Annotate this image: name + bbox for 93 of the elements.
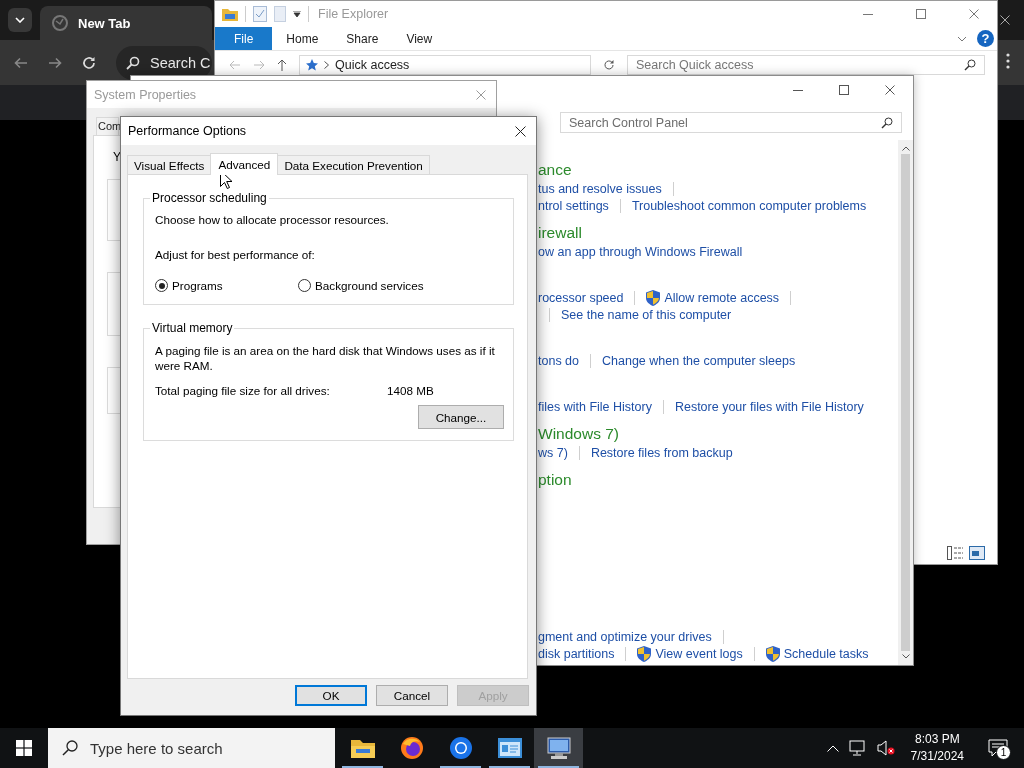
dialog-tab[interactable]: Advanced — [210, 153, 279, 175]
maximize-icon[interactable] — [839, 85, 849, 95]
notification-badge: 1 — [996, 745, 1011, 760]
link[interactable]: disk partitions — [538, 646, 615, 661]
flame-globe-icon[interactable] — [399, 736, 424, 760]
browser-tab[interactable]: New Tab — [40, 6, 212, 40]
ribbon-tab[interactable]: View — [392, 27, 447, 50]
network-icon[interactable] — [848, 740, 867, 756]
description-text: A paging file is an area on the hard disk that Windows uses as if it were RAM. — [155, 343, 496, 373]
group-title: Processor scheduling — [151, 191, 268, 205]
details-view-icon[interactable] — [947, 546, 963, 560]
category-heading[interactable]: ance — [538, 160, 572, 180]
forward-icon[interactable] — [48, 56, 62, 69]
ring-icon[interactable] — [448, 736, 473, 760]
description-text: Choose how to allocate processor resources. — [155, 213, 390, 226]
close-icon[interactable] — [515, 125, 526, 137]
reload-icon[interactable] — [82, 55, 96, 70]
checklist-icon[interactable] — [253, 6, 267, 22]
folder-icon[interactable] — [350, 738, 375, 758]
link[interactable]: Allow remote access — [646, 289, 780, 306]
chevron-down-icon — [15, 17, 25, 23]
dialog-button[interactable]: Cancel — [376, 685, 448, 706]
link[interactable]: rocessor speed — [538, 290, 624, 305]
folder-icon — [222, 7, 238, 21]
more-icon[interactable] — [1006, 52, 1010, 69]
dropdown-icon[interactable] — [293, 11, 301, 17]
muted-speaker-icon[interactable] — [876, 740, 895, 756]
dialog-tab[interactable]: Visual Effects — [127, 155, 212, 174]
field-label: Total paging file size for all drives: — [155, 384, 331, 397]
link[interactable]: Schedule tasks — [765, 645, 869, 662]
window-title: Performance Options — [128, 124, 247, 138]
radio-label[interactable]: Programs — [172, 279, 223, 292]
close-icon[interactable] — [885, 85, 895, 95]
link[interactable]: See the name of this computer — [561, 307, 732, 322]
chevron-right-icon — [324, 61, 329, 69]
group-title: Virtual memory — [151, 321, 234, 335]
tab-list-button[interactable] — [8, 8, 32, 32]
search-field[interactable]: Search Quick access — [627, 55, 985, 75]
back-icon[interactable] — [14, 56, 28, 69]
search-field[interactable]: Search Control Panel — [560, 112, 902, 133]
window-icon[interactable] — [497, 738, 522, 758]
link[interactable]: Restore your files with File History — [674, 399, 864, 414]
link[interactable]: gment and optimize your drives — [538, 629, 712, 644]
search-field[interactable]: Type here to search — [48, 728, 335, 768]
maximize-icon[interactable] — [916, 9, 926, 19]
category-heading[interactable]: irewall — [538, 223, 582, 243]
link[interactable]: Change when the computer sleeps — [602, 353, 796, 368]
link[interactable]: files with File History — [538, 399, 652, 414]
prompt-text: Adjust for best performance of: — [155, 248, 316, 261]
search-icon — [62, 740, 78, 756]
link[interactable]: Restore files from backup — [590, 445, 733, 460]
change-button[interactable]: Change... — [418, 405, 504, 429]
up-icon[interactable] — [277, 59, 287, 71]
link[interactable]: Troubleshoot common computer problems — [631, 198, 867, 213]
chevron-down-icon[interactable] — [957, 35, 967, 42]
search-icon — [964, 59, 976, 71]
dialog-tab[interactable]: Com — [96, 117, 119, 135]
link[interactable]: tons do — [538, 353, 579, 368]
star-icon — [306, 59, 318, 71]
address-bar[interactable]: Search C — [116, 45, 212, 80]
scrollbar[interactable] — [898, 140, 913, 665]
ribbon-tab[interactable]: File — [215, 27, 273, 50]
scroll-down-icon[interactable] — [901, 654, 910, 659]
link[interactable]: ntrol settings — [538, 198, 609, 213]
link[interactable]: ws 7) — [538, 445, 568, 460]
description-text: Y — [113, 150, 122, 164]
dialog-button[interactable]: OK — [295, 685, 367, 706]
large-icons-view-icon[interactable] — [969, 546, 985, 560]
radio-label[interactable]: Background services — [315, 279, 424, 292]
category-heading[interactable]: ption — [538, 470, 572, 490]
chevron-up-icon[interactable] — [826, 744, 839, 752]
clock[interactable]: 8:03 PM 7/31/2024 — [910, 731, 964, 765]
help-button[interactable]: ? — [977, 30, 994, 47]
link[interactable]: View event logs — [637, 645, 743, 662]
category-heading[interactable]: Windows 7) — [538, 424, 619, 444]
close-icon[interactable] — [1000, 15, 1010, 25]
taskbar-app[interactable] — [534, 728, 583, 768]
window-title: System Properties — [94, 87, 197, 102]
refresh-icon[interactable] — [603, 59, 615, 71]
start-icon[interactable] — [16, 740, 32, 756]
notification-icon[interactable] — [988, 739, 1008, 757]
link[interactable]: tus and resolve issues — [538, 181, 662, 196]
ribbon-tab[interactable]: Share — [332, 27, 393, 50]
dialog-tab[interactable]: Data Execution Prevention — [277, 155, 430, 174]
field-value: 1408 MB — [387, 384, 434, 397]
search-icon — [881, 116, 893, 129]
window-title: File Explorer — [318, 7, 389, 21]
link[interactable]: ow an app through Windows Firewall — [538, 244, 743, 259]
scroll-up-icon[interactable] — [901, 146, 910, 151]
ribbon-tab[interactable]: Home — [272, 27, 333, 50]
search-icon — [126, 55, 140, 70]
address-bar[interactable]: Quick access — [299, 55, 591, 75]
computer-icon[interactable] — [546, 737, 571, 759]
